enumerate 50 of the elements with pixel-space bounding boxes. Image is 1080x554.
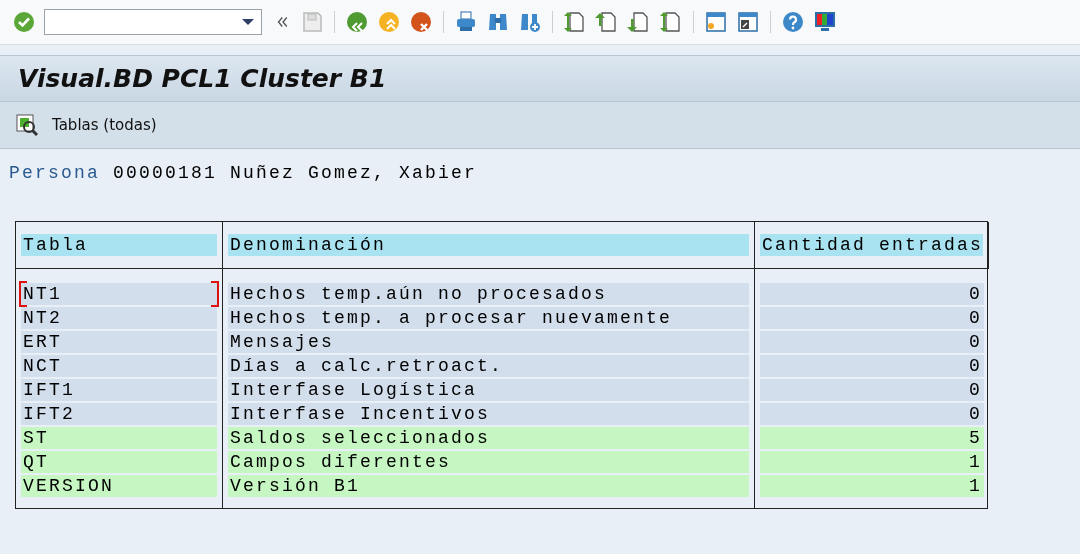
table-cell[interactable]: ERT — [21, 331, 217, 353]
search-table-icon — [14, 112, 40, 138]
table-cell: Mensajes — [228, 331, 749, 353]
dropdown-icon — [241, 18, 255, 26]
table-cell: 0 — [760, 307, 985, 329]
table-cell: Saldos seleccionados — [228, 427, 749, 449]
column-header: Denominación — [228, 234, 749, 256]
table-cell: Días a calc.retroact. — [228, 355, 749, 377]
tables-button[interactable]: Tablas (todas) — [12, 110, 159, 140]
table-cell: Hechos temp. a procesar nuevamente — [228, 307, 749, 329]
table-cell: Interfase Incentivos — [228, 403, 749, 425]
last-page-icon[interactable] — [659, 10, 683, 34]
table-cell[interactable]: NT2 — [21, 307, 217, 329]
command-field[interactable] — [44, 9, 262, 35]
table-cell[interactable]: NCT — [21, 355, 217, 377]
table-cell: 0 — [760, 331, 985, 353]
help-icon[interactable] — [781, 10, 805, 34]
table-cell: 1 — [760, 475, 985, 497]
cancel-icon[interactable] — [409, 10, 433, 34]
window-title: Visual.BD PCL1 Cluster B1 — [18, 64, 387, 93]
persona-name: Nuñez Gomez, Xabier — [230, 163, 478, 185]
previous-page-icon[interactable] — [595, 10, 619, 34]
column-header: Cantidad entradas — [760, 234, 984, 256]
table-cell: 0 — [760, 355, 985, 377]
table-cell[interactable]: IFT2 — [21, 403, 217, 425]
next-page-icon[interactable] — [627, 10, 651, 34]
table-cell: 0 — [760, 403, 985, 425]
table-cell[interactable]: VERSION — [21, 475, 217, 497]
table-cell: Campos diferentes — [228, 451, 749, 473]
monitor-icon[interactable] — [813, 10, 837, 34]
persona-label: Persona — [9, 163, 100, 185]
table-cell[interactable]: IFT1 — [21, 379, 217, 401]
table-cell: 0 — [760, 283, 985, 305]
new-window-icon[interactable] — [704, 10, 728, 34]
back-icon[interactable] — [345, 10, 369, 34]
table-cell[interactable]: QT — [21, 451, 217, 473]
table-cell: Interfase Logística — [228, 379, 749, 401]
table-cell: 1 — [760, 451, 985, 473]
first-page-icon[interactable] — [563, 10, 587, 34]
table-cell[interactable]: NT1 — [21, 283, 217, 305]
column-header: Tabla — [21, 234, 217, 256]
table-cell: Versión B1 — [228, 475, 749, 497]
table-cell: Hechos temp.aún no procesados — [228, 283, 749, 305]
table-cell: 5 — [760, 427, 985, 449]
persona-number: 00000181 — [113, 163, 218, 185]
printer-icon[interactable] — [454, 10, 478, 34]
check-icon[interactable] — [12, 10, 36, 34]
shortcut-window-icon[interactable] — [736, 10, 760, 34]
table-cell: 0 — [760, 379, 985, 401]
table-cell[interactable]: ST — [21, 427, 217, 449]
